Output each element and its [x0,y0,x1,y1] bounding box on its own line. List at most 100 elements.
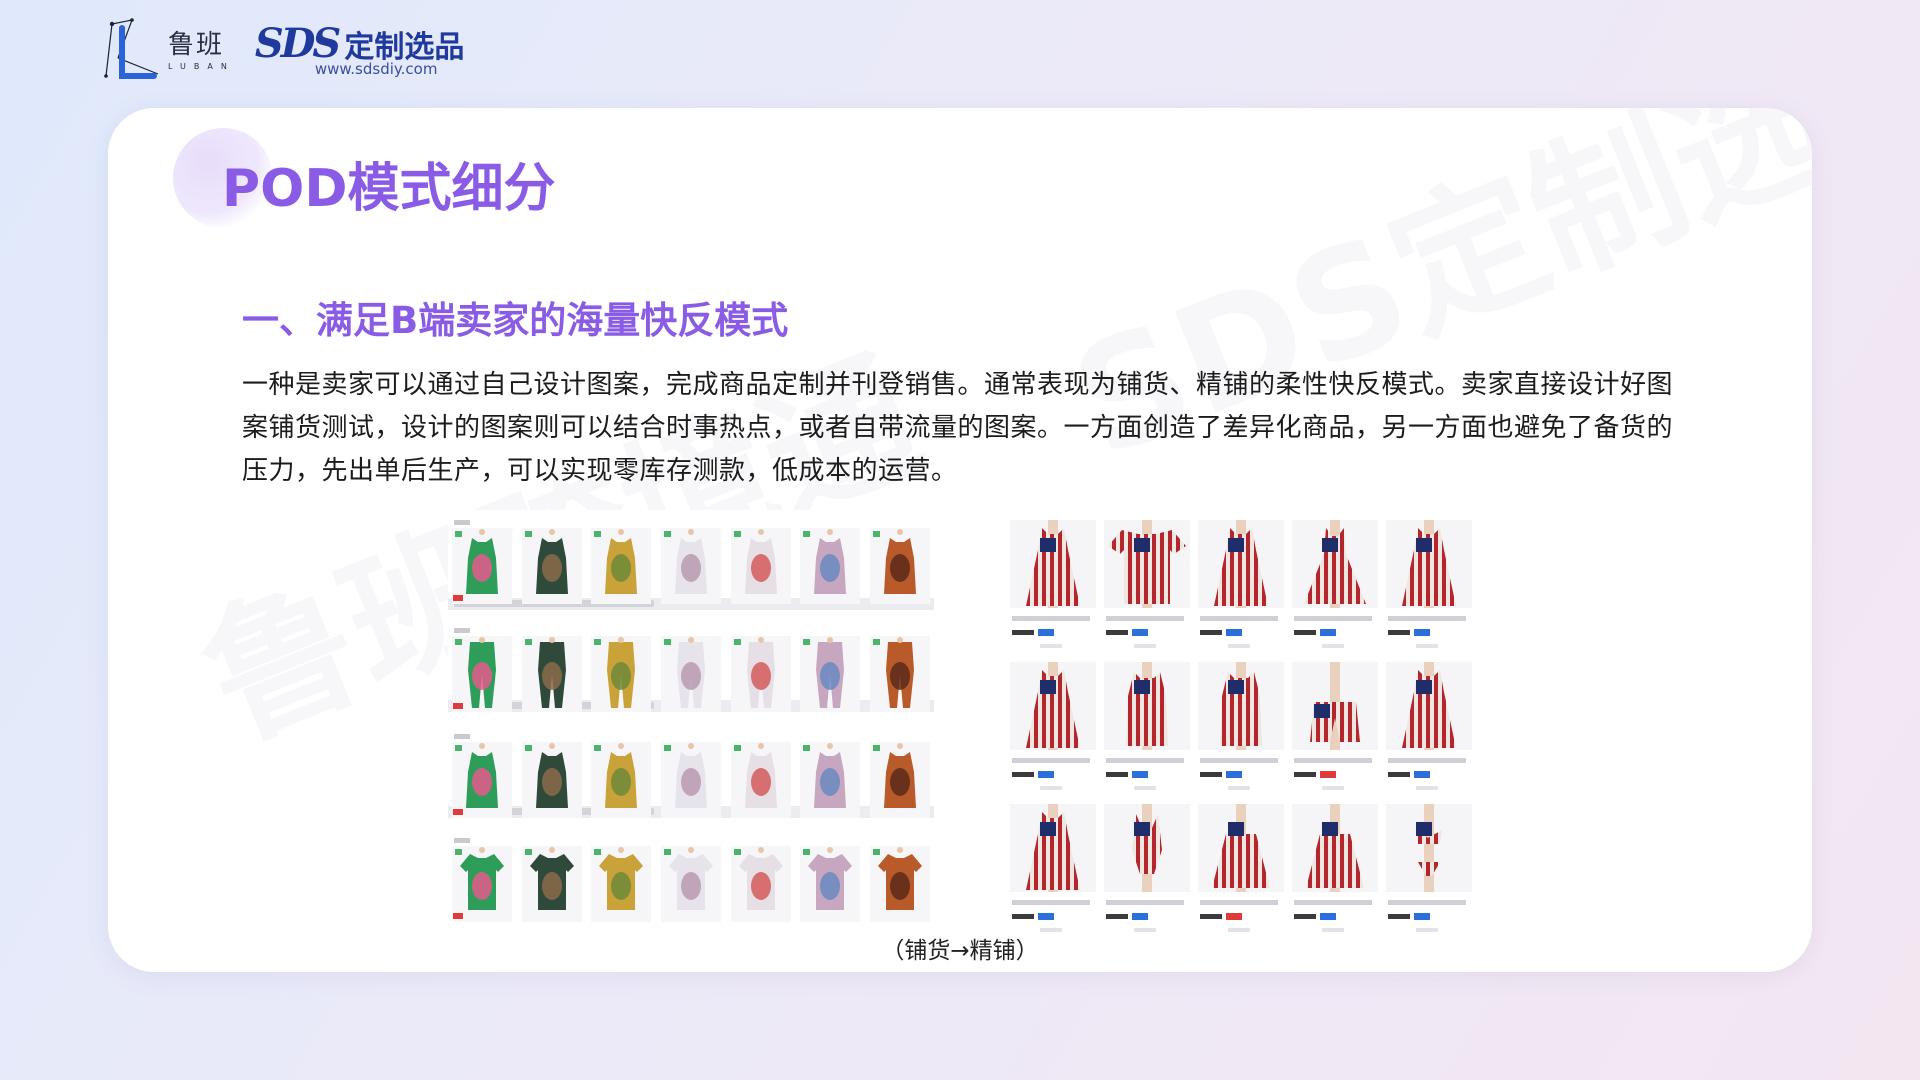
flag-garment-icon [1416,804,1442,892]
flag-garment-icon [1402,520,1456,608]
garment-icon [674,529,707,594]
flag-product-card[interactable] [1292,520,1378,660]
product-thumbnail[interactable] [800,742,861,818]
flag-garment-icon [1126,662,1168,750]
flag-garment-icon [1108,520,1186,608]
listing-group-label [454,628,470,633]
sds-logo: SDS 定制选品 www.sdsdiy.com [254,20,464,78]
section-heading: 一、满足B端卖家的海量快反模式 [242,299,789,342]
product-thumbnail[interactable] [800,636,861,712]
garment-icon [738,847,783,910]
product-thumbnail[interactable] [591,636,652,712]
product-thumbnail[interactable] [591,742,652,818]
image-caption: （铺货→精铺） [881,938,1039,964]
product-thumbnail[interactable] [521,636,582,712]
garment-icon [668,847,713,910]
product-thumbnail[interactable] [452,528,512,604]
garment-icon [814,743,847,808]
product-thumbnail[interactable] [521,742,582,818]
garment-icon [885,637,914,708]
flag-product-card[interactable] [1198,520,1284,660]
garment-icon [466,743,498,808]
sds-url: www.sdsdiy.com [314,60,438,78]
flag-product-card[interactable] [1386,520,1472,660]
flag-garment-icon [1214,520,1268,608]
garment-icon [808,847,853,910]
sds-mark: SDS [254,20,341,67]
flag-product-card[interactable] [1386,662,1472,802]
product-thumbnail[interactable] [452,846,512,922]
listing-group-label [454,838,470,843]
product-thumbnail[interactable] [591,846,652,922]
garment-icon [529,847,574,910]
flag-garment-icon [1220,662,1262,750]
product-thumbnail[interactable] [521,528,582,604]
body-paragraph: 一种是卖家可以通过自己设计图案，完成商品定制并刊登销售。通常表现为铺货、精铺的柔… [242,370,1674,486]
luban-logo-icon [104,18,164,84]
flag-product-card[interactable] [1104,804,1190,944]
page-title: POD模式细分 [222,159,556,219]
garment-icon [537,637,566,708]
flag-product-card[interactable] [1198,804,1284,944]
product-thumbnail[interactable] [730,742,791,818]
luban-en-text: LUBAN [168,62,235,71]
garment-icon [674,743,707,808]
product-thumbnail[interactable] [730,636,791,712]
product-thumbnail[interactable] [521,846,582,922]
product-thumbnail[interactable] [660,846,721,922]
flag-product-card[interactable] [1010,804,1096,944]
curated-listing-screenshot [1010,520,1484,940]
product-thumbnail[interactable] [452,742,512,818]
garment-icon [877,847,922,910]
luban-cn-text: 鲁班 [168,30,225,60]
garment-icon [466,529,498,594]
garment-icon [676,637,705,708]
luban-wordmark: 鲁班 LUBAN [168,30,235,72]
garment-icon [535,529,568,594]
flag-garment-icon [1402,662,1456,750]
flag-garment-icon [1132,804,1162,892]
product-row [448,846,934,926]
product-thumbnail[interactable] [730,528,791,604]
flag-product-card[interactable] [1010,662,1096,802]
garment-icon [599,847,644,910]
product-thumbnail[interactable] [660,528,721,604]
flag-product-card[interactable] [1292,662,1378,802]
product-thumbnail[interactable] [660,636,721,712]
listing-group-label [454,734,470,739]
content-card: 鲁班跨境通 SDS定制选品 POD模式细分 一、满足B端卖家的海量快反模式 一种… [108,108,1812,972]
product-thumbnail[interactable] [800,846,861,922]
product-thumbnail[interactable] [869,846,930,922]
garment-icon [883,529,916,594]
flag-product-card[interactable] [1010,520,1096,660]
garment-icon [535,743,568,808]
flag-product-card[interactable] [1198,662,1284,802]
garment-icon [816,637,845,708]
header-logos: 鲁班 LUBAN SDS 定制选品 www.sdsdiy.com [104,16,464,86]
product-thumbnail[interactable] [800,528,861,604]
garment-icon [605,529,638,594]
flag-garment-icon [1304,520,1366,608]
product-thumbnail[interactable] [452,636,512,712]
garment-icon [744,529,777,594]
product-thumbnail[interactable] [730,846,791,922]
garment-icon [607,637,636,708]
product-thumbnail[interactable] [591,528,652,604]
product-thumbnail[interactable] [869,528,930,604]
listing-group-label [454,520,470,525]
garment-icon [605,743,638,808]
flag-garment-icon [1310,662,1360,750]
flag-product-card[interactable] [1292,804,1378,944]
product-thumbnail[interactable] [869,742,930,818]
product-thumbnail[interactable] [869,636,930,712]
garment-icon [814,529,847,594]
flag-garment-icon [1026,804,1080,892]
flag-product-card[interactable] [1104,662,1190,802]
product-row [448,742,934,822]
garment-icon [883,743,916,808]
garment-icon [468,637,496,708]
flag-product-card[interactable] [1386,804,1472,944]
flag-product-card[interactable] [1104,520,1190,660]
product-thumbnail[interactable] [660,742,721,818]
garment-icon [744,743,777,808]
